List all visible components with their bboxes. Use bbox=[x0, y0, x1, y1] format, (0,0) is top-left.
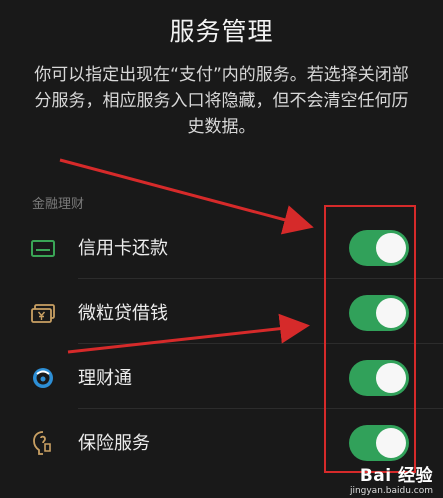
watermark-logo: Bai 经验 bbox=[359, 466, 433, 486]
arrow-lower bbox=[67, 313, 310, 354]
watermark: Bai 经验 jingyan.baidu.com bbox=[350, 461, 433, 496]
arrow-upper bbox=[59, 158, 314, 235]
annotation-arrows bbox=[59, 158, 314, 354]
watermark-url: jingyan.baidu.com bbox=[349, 486, 433, 496]
